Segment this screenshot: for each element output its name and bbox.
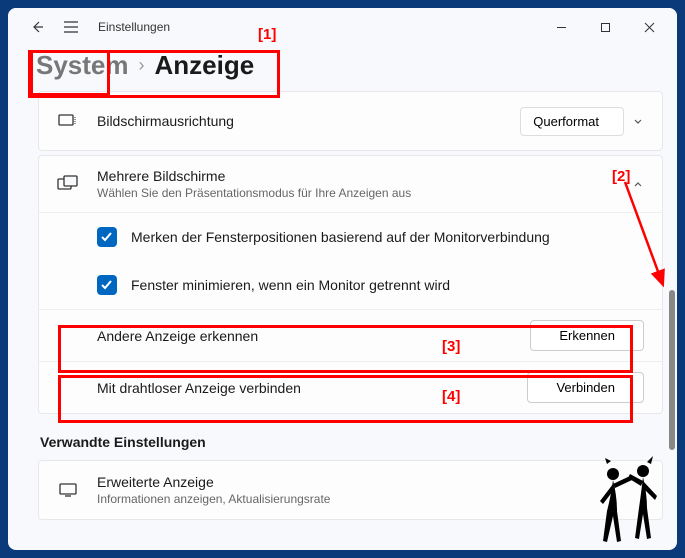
scrollbar-thumb[interactable] bbox=[669, 290, 675, 450]
breadcrumb-current: Anzeige bbox=[155, 50, 255, 81]
wireless-label: Mit drahtloser Anzeige verbinden bbox=[97, 380, 527, 396]
detect-label: Andere Anzeige erkennen bbox=[97, 328, 530, 344]
chevron-down-icon bbox=[632, 115, 644, 127]
wireless-display-row: Mit drahtloser Anzeige verbinden Verbind… bbox=[39, 361, 662, 413]
breadcrumb: System › Anzeige bbox=[8, 46, 677, 91]
detect-display-row: Andere Anzeige erkennen Erkennen bbox=[39, 309, 662, 361]
advanced-display-card[interactable]: Erweiterte Anzeige Informationen anzeige… bbox=[38, 460, 663, 520]
multiple-displays-header[interactable]: Mehrere Bildschirme Wählen Sie den Präse… bbox=[39, 156, 662, 212]
window-controls bbox=[539, 10, 671, 44]
related-settings-heading: Verwandte Einstellungen bbox=[40, 434, 663, 450]
connect-button[interactable]: Verbinden bbox=[527, 372, 644, 403]
displays-icon bbox=[57, 173, 79, 195]
remember-positions-row[interactable]: Merken der Fensterpositionen basierend a… bbox=[39, 213, 662, 261]
multi-title: Mehrere Bildschirme bbox=[97, 168, 632, 184]
multi-subtitle: Wählen Sie den Präsentationsmodus für Ih… bbox=[97, 186, 632, 200]
checkbox-checked-icon[interactable] bbox=[97, 275, 117, 295]
advanced-subtitle: Informationen anzeigen, Aktualisierungsr… bbox=[97, 492, 644, 506]
advanced-title: Erweiterte Anzeige bbox=[97, 474, 644, 490]
orientation-icon bbox=[57, 110, 79, 132]
arrow-left-icon bbox=[29, 19, 45, 35]
content-area: Bildschirmausrichtung Querformat Mehrere… bbox=[8, 91, 677, 550]
orientation-card[interactable]: Bildschirmausrichtung Querformat bbox=[38, 91, 663, 151]
settings-window: Einstellungen System › Anzeige Bildschir… bbox=[8, 8, 677, 550]
back-button[interactable] bbox=[20, 10, 54, 44]
minimize-disconnect-row[interactable]: Fenster minimieren, wenn ein Monitor get… bbox=[39, 261, 662, 309]
orientation-label: Bildschirmausrichtung bbox=[97, 113, 520, 129]
monitor-icon bbox=[57, 479, 79, 501]
breadcrumb-parent[interactable]: System bbox=[36, 50, 129, 81]
titlebar: Einstellungen bbox=[8, 8, 677, 46]
minimize-button[interactable] bbox=[539, 10, 583, 44]
close-button[interactable] bbox=[627, 10, 671, 44]
multiple-displays-section: Mehrere Bildschirme Wählen Sie den Präse… bbox=[38, 155, 663, 414]
chevron-up-icon bbox=[632, 178, 644, 190]
detect-button[interactable]: Erkennen bbox=[530, 320, 644, 351]
checkbox-checked-icon[interactable] bbox=[97, 227, 117, 247]
orientation-select[interactable]: Querformat bbox=[520, 107, 624, 136]
chevron-right-icon: › bbox=[139, 55, 145, 76]
maximize-button[interactable] bbox=[583, 10, 627, 44]
window-title: Einstellungen bbox=[98, 20, 170, 34]
hamburger-icon bbox=[63, 21, 79, 33]
menu-button[interactable] bbox=[54, 10, 88, 44]
